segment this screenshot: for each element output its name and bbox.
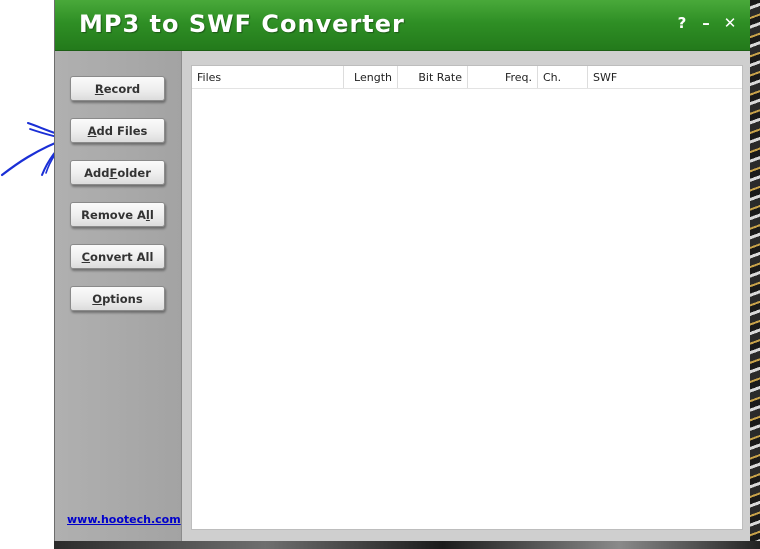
- remove-all-button[interactable]: Remove All: [70, 202, 165, 227]
- title-bar[interactable]: MP3 to SWF Converter ? – ✕: [55, 0, 750, 51]
- options-button-label: ptions: [102, 291, 143, 306]
- website-link[interactable]: www.hootech.com: [67, 513, 181, 526]
- desktop-background: [750, 0, 760, 549]
- add-folder-button-mnemonic: F: [109, 165, 118, 180]
- record-button-mnemonic: R: [94, 81, 104, 96]
- column-header-freq[interactable]: Freq.: [468, 66, 538, 88]
- remove-all-button-label: l: [149, 207, 154, 222]
- app-title: MP3 to SWF Converter: [79, 10, 405, 38]
- options-button[interactable]: Options: [70, 286, 165, 311]
- add-folder-button-label: older: [117, 165, 151, 180]
- app-window: MP3 to SWF Converter ? – ✕ Record Add Fi…: [54, 0, 750, 541]
- record-button-label: ecord: [103, 81, 141, 96]
- minimize-button[interactable]: –: [698, 12, 714, 34]
- convert-all-button-mnemonic: C: [81, 249, 91, 264]
- list-header: Files Length Bit Rate Freq. Ch. SWF: [192, 66, 742, 89]
- column-header-length[interactable]: Length: [344, 66, 398, 88]
- record-button[interactable]: Record: [70, 76, 165, 101]
- file-list[interactable]: Files Length Bit Rate Freq. Ch. SWF: [191, 65, 743, 530]
- convert-all-button[interactable]: Convert All: [70, 244, 165, 269]
- left-margin: [0, 0, 54, 549]
- remove-all-button-label-pre: Remove A: [81, 207, 146, 222]
- convert-all-button-label: onvert All: [90, 249, 154, 264]
- close-button[interactable]: ✕: [722, 12, 738, 34]
- add-files-button[interactable]: Add Files: [70, 118, 165, 143]
- help-button[interactable]: ?: [674, 12, 690, 34]
- sidebar: Record Add Files Add Folder Remove All C…: [55, 51, 182, 541]
- add-files-button-mnemonic: A: [87, 123, 97, 138]
- options-button-mnemonic: O: [92, 291, 103, 306]
- column-header-files[interactable]: Files: [192, 66, 344, 88]
- column-header-channels[interactable]: Ch.: [538, 66, 588, 88]
- window-controls: ? – ✕: [674, 12, 738, 34]
- desktop-taskbar-strip: [54, 541, 760, 549]
- add-folder-button-label-pre: Add: [84, 165, 110, 180]
- content-panel: Files Length Bit Rate Freq. Ch. SWF: [182, 51, 750, 541]
- add-files-button-label: dd Files: [96, 123, 148, 138]
- column-header-swf[interactable]: SWF: [588, 66, 742, 88]
- add-folder-button[interactable]: Add Folder: [70, 160, 165, 185]
- column-header-bit-rate[interactable]: Bit Rate: [398, 66, 468, 88]
